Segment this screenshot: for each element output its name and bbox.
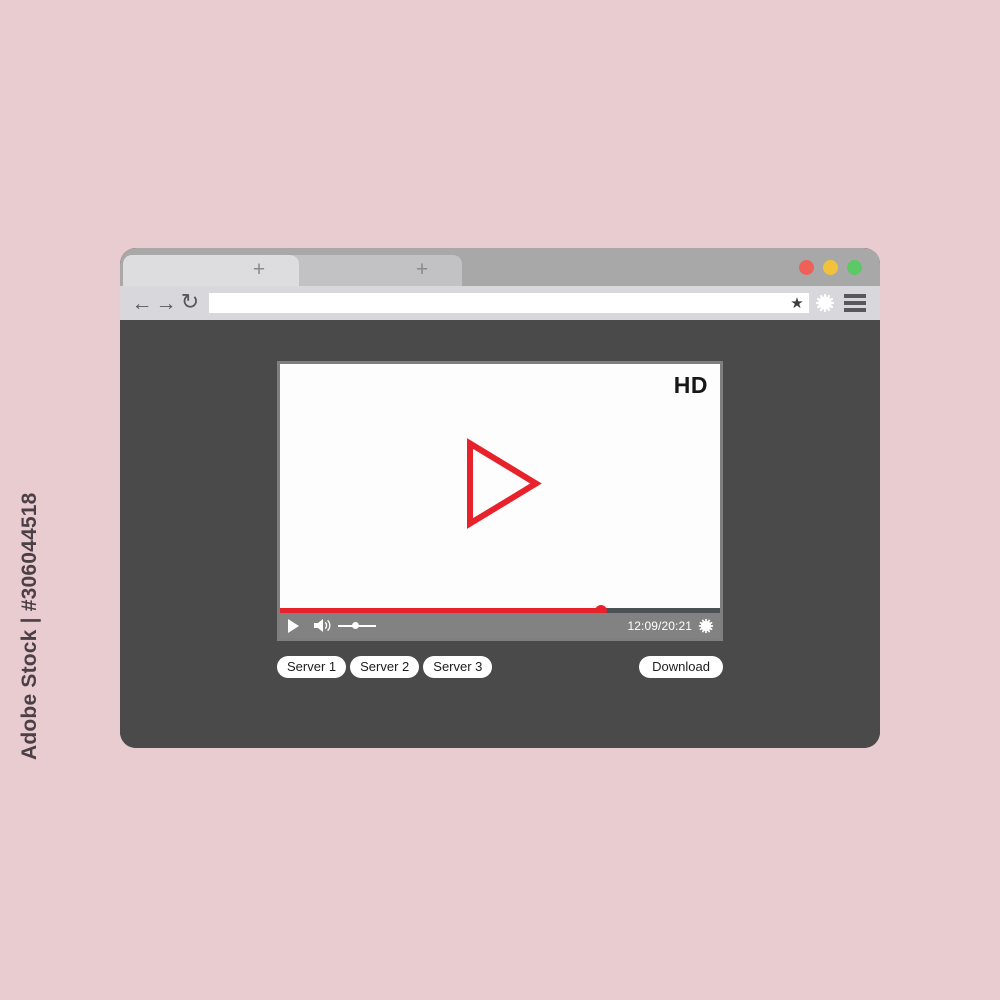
hamburger-menu-icon[interactable] <box>844 294 866 312</box>
video-screen[interactable]: HD <box>280 364 720 608</box>
minimize-button-icon[interactable] <box>823 260 838 275</box>
reload-icon[interactable]: ↻ <box>179 291 201 313</box>
browser-tab-2[interactable]: + <box>286 255 462 286</box>
gear-icon[interactable] <box>815 293 835 313</box>
hd-badge: HD <box>673 372 708 398</box>
browser-content-area: HD 12:09/20:21 Server 1 Server 2 Server … <box>120 320 880 748</box>
video-player: HD 12:09/20:21 <box>277 361 723 641</box>
url-input[interactable] <box>209 293 809 313</box>
download-button[interactable]: Download <box>639 656 723 678</box>
maximize-button-icon[interactable] <box>847 260 862 275</box>
stock-watermark: Adobe Stock | #306044518 <box>18 492 41 761</box>
volume-slider-knob[interactable] <box>351 622 359 629</box>
volume-slider[interactable] <box>338 620 376 632</box>
time-display: 12:09/20:21 <box>627 618 692 633</box>
menu-line <box>844 301 866 305</box>
tab-2-plus-icon[interactable]: + <box>416 259 428 280</box>
browser-tab-1[interactable]: + <box>123 255 299 286</box>
play-button-icon[interactable] <box>452 436 548 537</box>
player-settings-gear-icon[interactable] <box>698 618 714 634</box>
server-2-button[interactable]: Server 2 <box>350 656 420 678</box>
server-1-button[interactable]: Server 1 <box>277 656 347 678</box>
forward-arrow-icon[interactable]: → <box>154 293 178 314</box>
action-buttons-row: Server 1 Server 2 Server 3 Download <box>277 656 723 678</box>
back-arrow-icon[interactable]: ← <box>130 293 154 314</box>
volume-icon[interactable] <box>313 618 333 633</box>
menu-line <box>844 308 866 312</box>
browser-window: + + ← → ↻ ★ HD 12:09/20:21 Server 1 Serv… <box>120 248 880 748</box>
play-control-icon[interactable] <box>288 618 299 633</box>
server-3-button[interactable]: Server 3 <box>423 656 493 678</box>
bookmark-star-icon[interactable]: ★ <box>787 296 807 311</box>
browser-tab-strip: + + <box>120 248 880 286</box>
window-controls <box>799 260 862 275</box>
close-button-icon[interactable] <box>799 260 814 275</box>
browser-toolbar: ← → ↻ ★ <box>120 286 880 320</box>
tab-1-plus-icon[interactable]: + <box>253 259 265 280</box>
menu-line <box>844 294 866 298</box>
player-control-bar: 12:09/20:21 <box>280 613 720 638</box>
